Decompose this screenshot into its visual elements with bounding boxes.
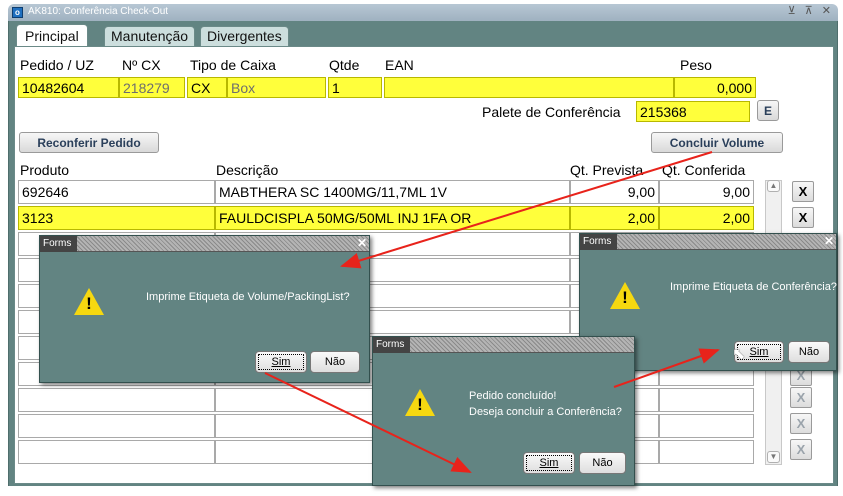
qt-prevista-cell[interactable]: 9,00	[570, 180, 659, 204]
reconferir-pedido-button[interactable]: Reconferir Pedido	[19, 132, 159, 153]
sim-button[interactable]: Sim	[255, 351, 307, 373]
scroll-down-icon[interactable]: ▼	[767, 451, 780, 463]
qt-conferida-cell[interactable]: 9,00	[659, 180, 754, 204]
nao-label: Não	[798, 346, 820, 358]
dialog-message: Imprime Etiqueta de Conferência?	[670, 281, 837, 293]
tipo-caixa-desc-field[interactable]: Box	[227, 77, 326, 98]
delete-row-button[interactable]: X	[790, 413, 812, 434]
empty-cell[interactable]	[659, 414, 754, 438]
close-icon[interactable]: ✕	[824, 234, 834, 248]
app-icon: o	[12, 7, 23, 18]
qt-conferida-cell[interactable]: 2,00	[659, 206, 754, 230]
concluir-volume-button[interactable]: Concluir Volume	[651, 132, 783, 153]
dialog-titlebar[interactable]: Forms	[373, 337, 634, 353]
qt-prevista-column-header: Qt. Prevista	[570, 162, 644, 178]
dialog-title: Forms	[40, 236, 78, 252]
nao-button[interactable]: Não	[310, 351, 360, 373]
tab-manutencao[interactable]: Manutenção	[104, 26, 196, 46]
sim-label: Sim	[539, 457, 559, 469]
nao-button[interactable]: Não	[579, 452, 626, 474]
sim-label: Sim	[271, 356, 291, 368]
pedido-label: Pedido / UZ	[20, 57, 94, 73]
sim-button[interactable]: Sim	[523, 452, 575, 474]
warning-mark: !	[622, 288, 628, 307]
nao-button[interactable]: Não	[788, 341, 830, 363]
palete-e-button[interactable]: E	[757, 100, 779, 121]
dialog-title: Forms	[580, 234, 618, 250]
sim-label: Sim	[749, 346, 769, 358]
dialog-pedido-concluido: Forms ! Pedido concluído! Deseja conclui…	[372, 336, 635, 486]
delete-row-button[interactable]: X	[790, 387, 812, 408]
scroll-up-icon[interactable]: ▲	[767, 180, 780, 192]
descricao-cell[interactable]: MABTHERA SC 1400MG/11,7ML 1V	[215, 180, 570, 204]
warning-mark: !	[417, 395, 423, 414]
peso-field[interactable]: 0,000	[674, 77, 756, 98]
produto-cell[interactable]: 3123	[18, 206, 215, 230]
descricao-column-header: Descrição	[216, 162, 279, 178]
app-window: o AK810: Conferência Check-Out ⊻ ⊼ ✕ Pri…	[0, 0, 843, 496]
dialog-titlebar[interactable]: Forms ✕	[580, 234, 836, 250]
qt-prevista-cell[interactable]: 2,00	[570, 206, 659, 230]
empty-cell[interactable]	[18, 388, 215, 412]
nao-label: Não	[592, 457, 613, 469]
qt-conferida-column-header: Qt. Conferida	[662, 162, 746, 178]
empty-cell[interactable]	[18, 440, 215, 464]
nao-label: Não	[324, 356, 346, 368]
qtde-field[interactable]: 1	[328, 77, 382, 98]
window-title: AK810: Conferência Check-Out	[28, 6, 169, 17]
empty-cell[interactable]	[659, 388, 754, 412]
delete-row-button[interactable]: X	[790, 439, 812, 460]
ean-field[interactable]	[384, 77, 674, 98]
descricao-cell[interactable]: FAULDCISPLA 50MG/50ML INJ 1FA OR	[215, 206, 570, 230]
empty-cell[interactable]	[18, 414, 215, 438]
palete-label: Palete de Conferência	[482, 104, 621, 120]
dialog-imprime-etiqueta-volume: Forms ✕ ! Imprime Etiqueta de Volume/Pac…	[39, 235, 370, 383]
ean-label: EAN	[385, 57, 414, 73]
dialog-message: Imprime Etiqueta de Volume/PackingList?	[146, 291, 350, 303]
qtde-label: Qtde	[329, 57, 360, 73]
close-icon[interactable]: ✕	[357, 236, 367, 250]
palete-field[interactable]: 215368	[636, 101, 750, 122]
peso-label: Peso	[680, 57, 712, 73]
produto-column-header: Produto	[20, 162, 70, 178]
ncx-field[interactable]: 218279	[119, 77, 185, 98]
dialog-message-line1: Pedido concluído!	[469, 390, 557, 402]
tipo-caixa-label: Tipo de Caixa	[190, 57, 276, 73]
empty-cell[interactable]	[659, 440, 754, 464]
delete-row-button[interactable]: X	[792, 207, 814, 228]
warning-mark: !	[86, 294, 92, 313]
ncx-label: Nº CX	[122, 57, 161, 73]
tab-principal[interactable]: Principal	[16, 24, 88, 47]
window-controls[interactable]: ⊻ ⊼ ✕	[788, 4, 834, 17]
pedido-field[interactable]: 10482604	[18, 77, 119, 98]
dialog-title: Forms	[373, 337, 411, 353]
dialog-message-line2: Deseja concluir a Conferência?	[469, 406, 622, 418]
window-titlebar[interactable]: o AK810: Conferência Check-Out ⊻ ⊼ ✕	[8, 4, 838, 21]
cursor-icon: ⬉	[732, 346, 746, 363]
produto-cell[interactable]: 692646	[18, 180, 215, 204]
delete-row-button[interactable]: X	[792, 181, 814, 202]
dialog-titlebar[interactable]: Forms ✕	[40, 236, 369, 252]
tipo-caixa-code-field[interactable]: CX	[187, 77, 227, 98]
tab-divergentes[interactable]: Divergentes	[200, 26, 289, 46]
